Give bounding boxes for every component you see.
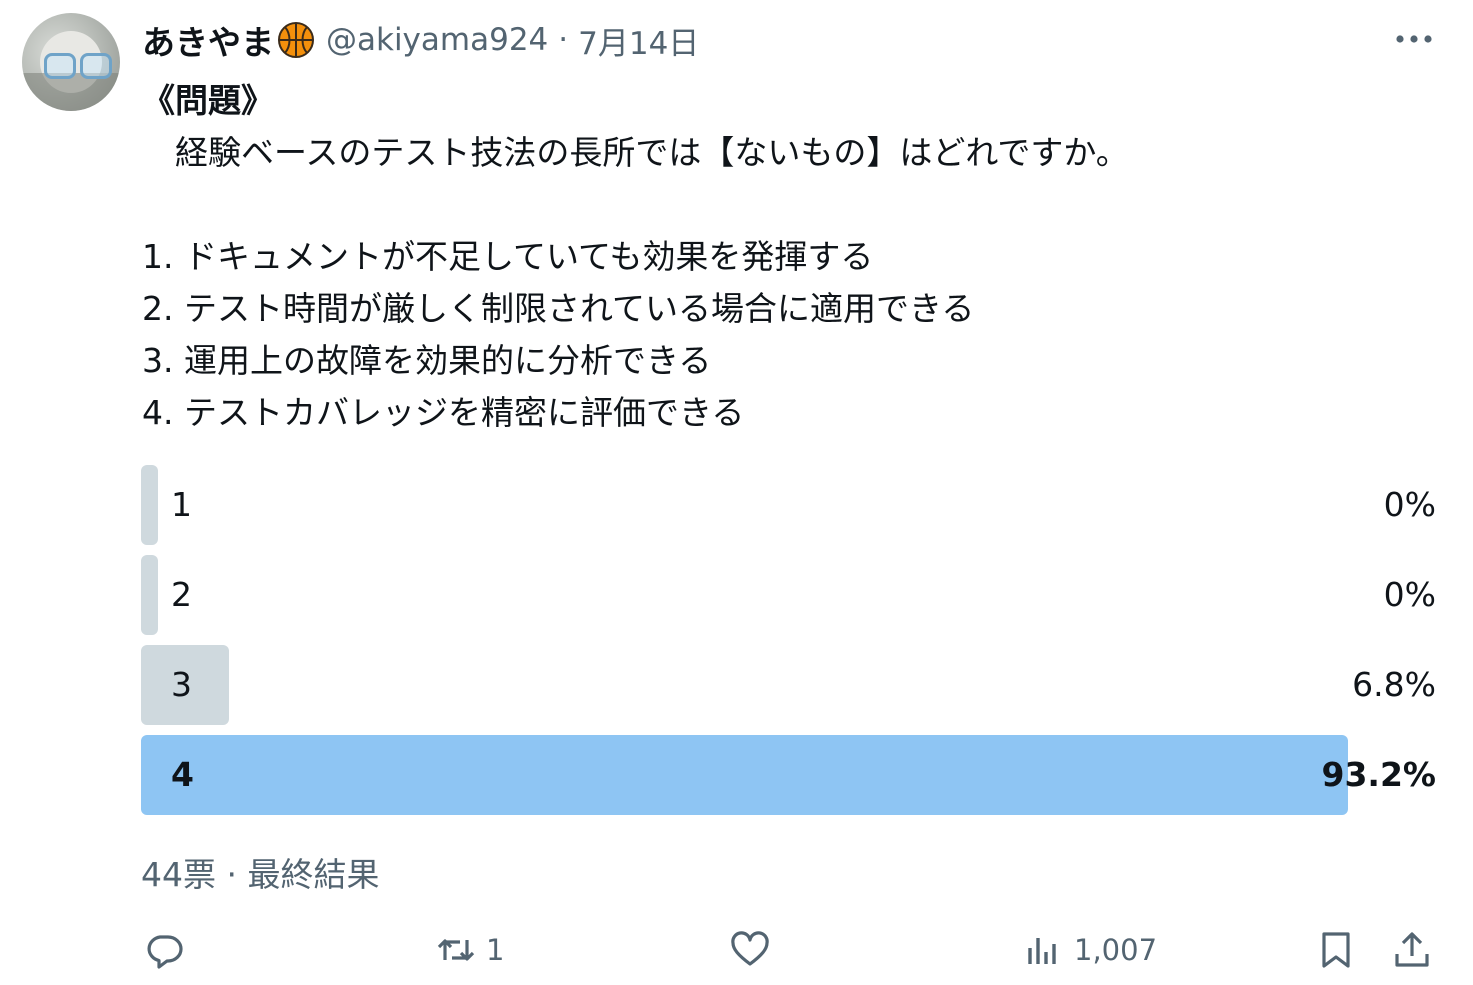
header-separator: · (558, 22, 569, 58)
retweet-icon (437, 939, 475, 961)
poll-option-percent: 6.8% (1352, 665, 1436, 704)
choice-line: 2. テスト時間が厳しく制限されている場合に適用できる (142, 289, 975, 328)
poll-votes: 44票 (141, 855, 216, 894)
poll-status: 最終結果 (247, 855, 380, 894)
share-button[interactable] (1392, 915, 1432, 985)
tweet-question: 経験ベースのテスト技法の長所では【ないもの】はどれですか。 (142, 133, 1129, 172)
share-icon (1395, 932, 1429, 967)
avatar[interactable] (22, 13, 120, 111)
tweet-body: 《問題》 経験ベースのテスト技法の長所では【ないもの】はどれですか。 1. ドキ… (142, 75, 1129, 439)
bookmark-button[interactable] (1316, 915, 1356, 985)
poll-option: 3 6.8% (141, 645, 1438, 725)
action-bar: 1 1,007 (0, 915, 1473, 985)
poll: 1 0% 2 0% 3 6.8% 4 93.2% (141, 465, 1438, 825)
choice-line: 1. ドキュメントが不足していても効果を発揮する (142, 237, 874, 276)
tweet-date[interactable]: 7月14日 (578, 18, 699, 63)
reply-button[interactable] (144, 915, 194, 985)
more-icon[interactable] (1390, 22, 1438, 56)
choice-line: 3. 運用上の故障を効果的に分析できる (142, 341, 712, 380)
author-name[interactable]: あきやま (142, 16, 274, 64)
poll-bar (141, 735, 1348, 815)
poll-option: 4 93.2% (141, 735, 1438, 815)
poll-meta: 44票 · 最終結果 (141, 848, 380, 896)
poll-option: 1 0% (141, 465, 1438, 545)
avatar-glasses-right (80, 53, 112, 79)
poll-option-percent: 93.2% (1321, 755, 1437, 794)
author-handle[interactable]: @akiyama924 (326, 22, 548, 58)
views-icon (1028, 938, 1056, 964)
like-icon (731, 931, 769, 966)
views-count: 1,007 (1074, 933, 1158, 967)
poll-bar (141, 465, 158, 545)
like-button[interactable] (730, 915, 780, 985)
poll-option-percent: 0% (1383, 485, 1436, 524)
views-button[interactable]: 1,007 (1024, 915, 1157, 985)
tweet-header: あきやま @akiyama924 · 7月14日 (142, 18, 699, 62)
bookmark-icon (1322, 932, 1350, 968)
reply-icon (147, 935, 183, 969)
meta-separator: · (226, 855, 238, 894)
choice-line: 4. テストカバレッジを精密に評価できる (142, 393, 745, 432)
poll-option-label: 3 (171, 665, 192, 704)
poll-option-label: 4 (171, 755, 194, 794)
poll-option-percent: 0% (1383, 575, 1436, 614)
poll-option: 2 0% (141, 555, 1438, 635)
poll-option-label: 2 (171, 575, 192, 614)
poll-bar (141, 555, 158, 635)
retweet-button[interactable]: 1 (436, 915, 504, 985)
tweet-title: 《問題》 (142, 81, 274, 120)
retweet-count: 1 (486, 933, 505, 967)
basketball-icon (276, 20, 316, 60)
poll-option-label: 1 (171, 485, 192, 524)
avatar-glasses-left (44, 53, 76, 79)
